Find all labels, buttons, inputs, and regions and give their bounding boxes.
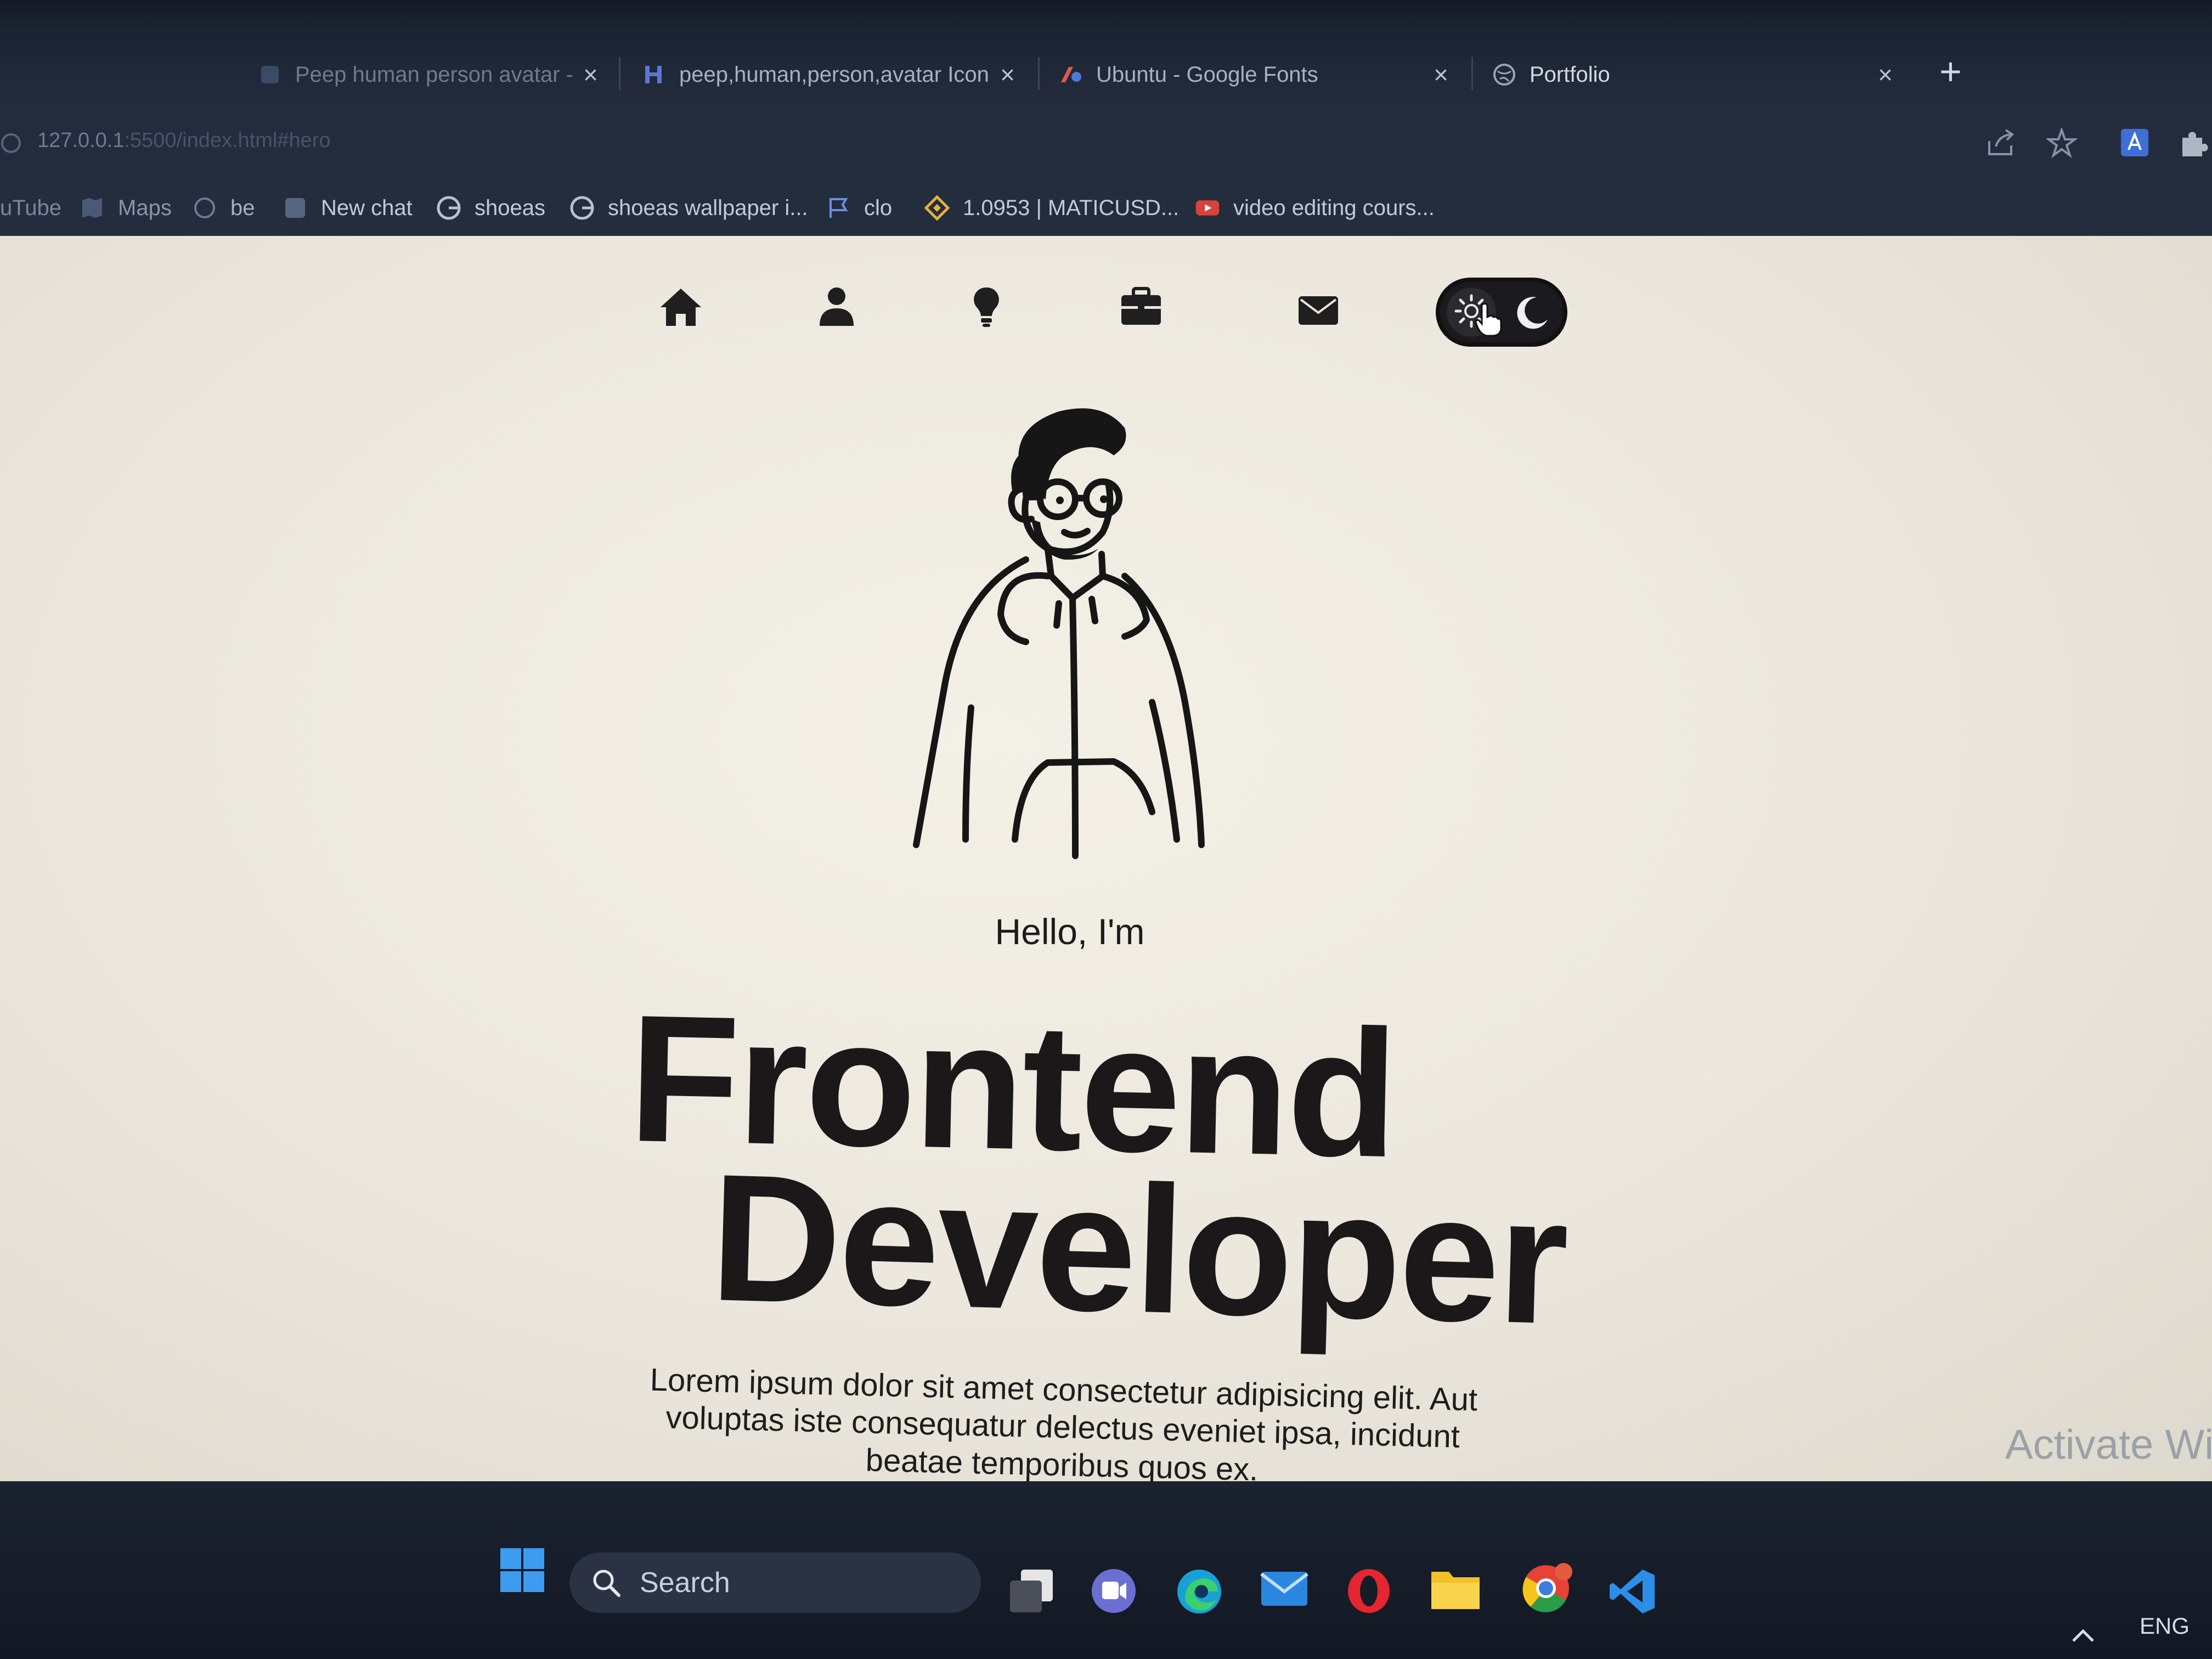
lightbulb-icon[interactable]: [971, 285, 1002, 332]
maps-icon: [80, 195, 105, 221]
bookmark-item[interactable]: be: [192, 186, 255, 230]
close-icon[interactable]: ×: [1878, 60, 1893, 89]
activate-windows-watermark: Activate Wi Go to Settings t: [2005, 1421, 2212, 1481]
bookmark-label: clo: [864, 195, 893, 220]
tab-title: Portfolio: [1530, 62, 1610, 87]
share-icon[interactable]: [1986, 129, 2017, 160]
hero-description: Lorem ipsum dolor sit amet consectetur a…: [650, 1362, 1478, 1481]
bookmark-label: Maps: [118, 195, 172, 220]
google-icon: [569, 195, 595, 221]
bookmark-label: be: [230, 195, 255, 220]
windows-taskbar: Search ENG: [0, 1481, 2212, 1659]
bookmark-item[interactable]: 1.0953 | MATICUSD...: [924, 186, 1179, 230]
globe-icon: [192, 195, 217, 221]
close-icon[interactable]: ×: [1000, 60, 1015, 89]
tab-peep-icons[interactable]: peep,human,person,avatar Icons ×: [625, 44, 1031, 105]
bookmark-item[interactable]: uTube: [0, 186, 61, 230]
bookmark-label: 1.0953 | MATICUSD...: [963, 195, 1180, 220]
tab-title: peep,human,person,avatar Icons: [679, 62, 990, 87]
tab-title: Ubuntu - Google Fonts: [1096, 62, 1318, 87]
search-label: Search: [640, 1567, 730, 1599]
google-icon: [436, 195, 461, 221]
bookmark-item[interactable]: video editing cours...: [1195, 186, 1435, 230]
bookmark-label: New chat: [321, 195, 413, 220]
url-host: 127.0.0.1: [37, 129, 125, 152]
search-icon: [591, 1568, 621, 1598]
vscode-icon[interactable]: [1607, 1566, 1658, 1620]
envelope-icon[interactable]: [1297, 295, 1339, 329]
language-indicator[interactable]: ENG: [2140, 1613, 2190, 1639]
bookmark-item[interactable]: shoeas: [436, 186, 545, 230]
address-bar: 127.0.0.1:5500/index.html#hero: [0, 107, 2212, 178]
opera-icon[interactable]: [1345, 1566, 1392, 1618]
bookmark-item[interactable]: clo: [826, 186, 892, 230]
close-icon[interactable]: ×: [1434, 60, 1448, 89]
tab-divider: [619, 57, 620, 90]
edge-icon[interactable]: [1174, 1566, 1224, 1620]
chrome-icon[interactable]: [1519, 1561, 1573, 1618]
portfolio-page: Hello, I'm Frontend Developer Lorem ipsu…: [0, 236, 2212, 1481]
translate-extension-icon[interactable]: [2119, 127, 2151, 161]
tab-divider: [1471, 57, 1473, 90]
tab-portfolio[interactable]: Portfolio ×: [1476, 44, 1909, 105]
iconscout-icon: [642, 63, 666, 87]
hand-cursor-icon: [1475, 302, 1502, 341]
close-icon[interactable]: ×: [583, 60, 598, 89]
binance-icon: [924, 195, 950, 221]
chevron-up-icon[interactable]: [2071, 1627, 2095, 1646]
file-explorer-icon[interactable]: [1429, 1566, 1482, 1615]
youtube-icon: [1195, 195, 1220, 221]
watermark-line1: Activate Wi: [2005, 1421, 2212, 1468]
bookmark-item[interactable]: Maps: [80, 186, 172, 230]
tab-title: Peep human person avatar - Av: [295, 62, 572, 87]
browser-tab-strip: Peep human person avatar - Av × peep,hum…: [0, 0, 2212, 107]
briefcase-icon[interactable]: [1119, 285, 1163, 330]
extensions-puzzle-icon[interactable]: [2178, 128, 2209, 161]
task-view-icon[interactable]: [1007, 1566, 1056, 1618]
user-icon[interactable]: [817, 285, 856, 331]
taskbar-search[interactable]: Search: [569, 1553, 981, 1613]
info-icon[interactable]: [0, 132, 22, 157]
bookmark-label: video editing cours...: [1233, 195, 1435, 220]
chat-icon: [283, 195, 308, 221]
hero-greeting: Hello, I'm: [995, 911, 1145, 952]
url-field[interactable]: 127.0.0.1:5500/index.html#hero: [37, 129, 331, 153]
bookmarks-bar: uTube Maps be New chat shoeas shoeas wal…: [0, 178, 2212, 236]
tab-google-fonts[interactable]: Ubuntu - Google Fonts ×: [1042, 44, 1465, 105]
moon-icon: [1513, 294, 1551, 335]
hero-title-line2: Developer: [708, 1136, 1569, 1362]
tab-divider: [1038, 57, 1040, 90]
bookmark-item[interactable]: New chat: [283, 186, 413, 230]
new-tab-button[interactable]: +: [1939, 49, 1962, 93]
bookmark-item[interactable]: shoeas wallpaper i...: [569, 186, 808, 230]
google-fonts-icon: [1059, 63, 1083, 87]
globe-icon: [258, 63, 282, 87]
globe-icon: [1492, 63, 1516, 87]
teams-icon[interactable]: [1089, 1566, 1138, 1618]
avatar-illustration: [883, 395, 1245, 881]
windows-start-icon[interactable]: [499, 1547, 545, 1596]
mail-icon[interactable]: [1259, 1566, 1310, 1613]
bookmark-label: shoeas: [475, 195, 545, 220]
tab-peep-avatar[interactable]: Peep human person avatar - Av ×: [241, 44, 614, 105]
screen: Peep human person avatar - Av × peep,hum…: [0, 0, 2212, 1659]
bookmark-label: shoeas wallpaper i...: [608, 195, 808, 220]
bookmark-star-icon[interactable]: [2045, 126, 2079, 161]
watermark-line2: Go to Settings t: [2005, 1476, 2212, 1481]
home-icon[interactable]: [658, 285, 703, 332]
flag-icon: [826, 195, 851, 221]
url-path: :5500/index.html#hero: [124, 129, 331, 152]
bookmark-label: uTube: [0, 195, 61, 220]
